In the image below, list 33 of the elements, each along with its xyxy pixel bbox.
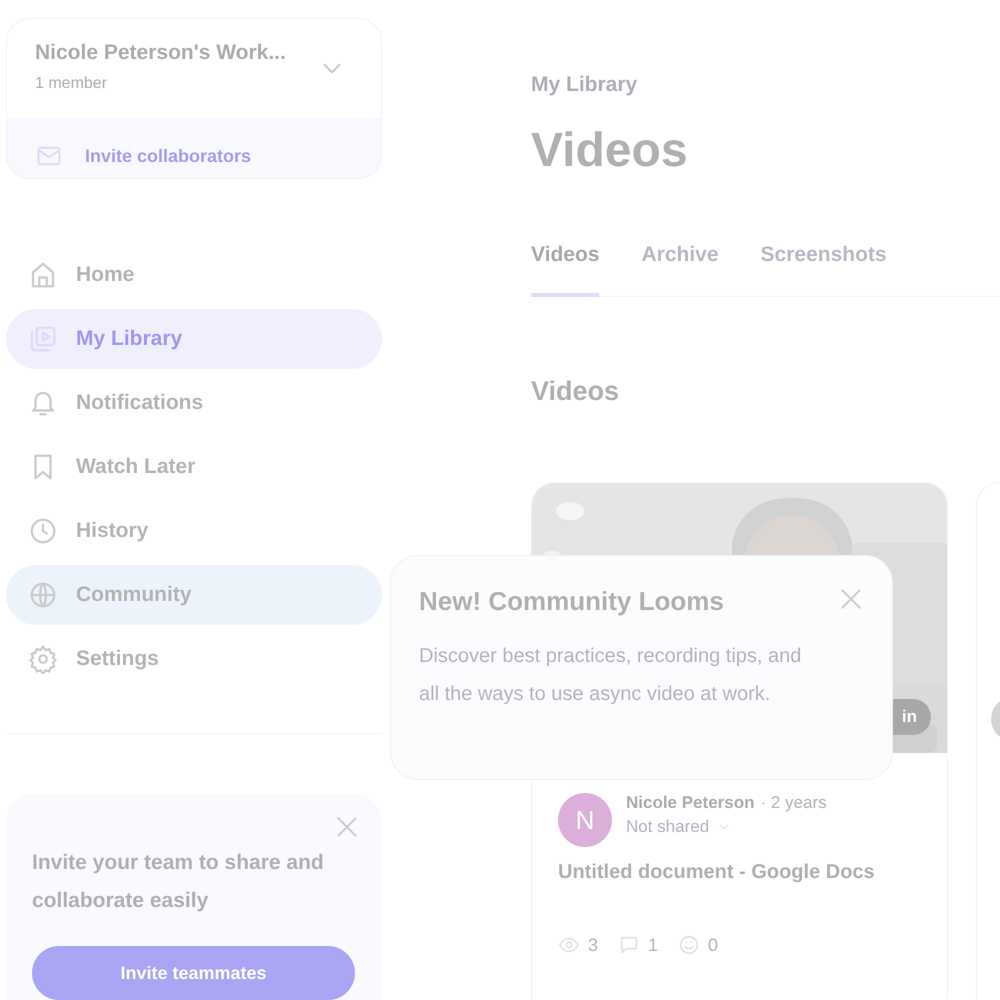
- breadcrumb: My Library: [531, 73, 638, 97]
- nav-item[interactable]: Notifications: [6, 373, 382, 434]
- nav-item[interactable]: Settings: [6, 629, 382, 690]
- tab[interactable]: Screenshots: [760, 243, 887, 297]
- settings-icon: [28, 644, 58, 674]
- tab[interactable]: Videos: [531, 243, 600, 297]
- avatar: N: [558, 793, 612, 847]
- section-title: Videos: [531, 376, 620, 407]
- workspace-card[interactable]: Nicole Peterson's Work... 1 member Invite collaborators: [6, 18, 382, 180]
- reaction-count: 0: [708, 934, 718, 956]
- popover-title: New! Community Looms: [419, 586, 724, 617]
- nav-item[interactable]: My Library: [6, 309, 382, 370]
- nav-item[interactable]: Community: [6, 565, 382, 626]
- popover-text: Discover best practices, recording tips, and all the ways to use async video at work.: [419, 644, 802, 707]
- video-title: Untitled document - Google Docs: [557, 860, 876, 884]
- video-age: · 2 years: [760, 793, 827, 812]
- smile-icon: [678, 934, 700, 956]
- nav-item[interactable]: Home: [6, 245, 382, 306]
- tab[interactable]: Archive: [641, 243, 719, 297]
- workspace-name: Nicole Peterson's Work...: [35, 41, 286, 65]
- nav-item[interactable]: Watch Later: [6, 437, 382, 498]
- page-title: Videos: [531, 123, 689, 178]
- comment-count: 1: [648, 934, 658, 956]
- invite-message: Invite your team to share and collaborate easily: [32, 850, 325, 914]
- nav-item[interactable]: History: [6, 501, 382, 562]
- view-count: 3: [588, 934, 598, 956]
- member-count: 1 member: [35, 75, 108, 93]
- invite-teammates-button[interactable]: Invite teammates: [32, 946, 355, 1000]
- clock-icon: [28, 516, 58, 546]
- invite-collaborators-link[interactable]: Invite collaborators: [85, 146, 252, 166]
- author-name: Nicole Peterson: [626, 793, 754, 812]
- globe-icon: [28, 580, 58, 610]
- sharing-dropdown[interactable]: Not shared: [626, 817, 827, 837]
